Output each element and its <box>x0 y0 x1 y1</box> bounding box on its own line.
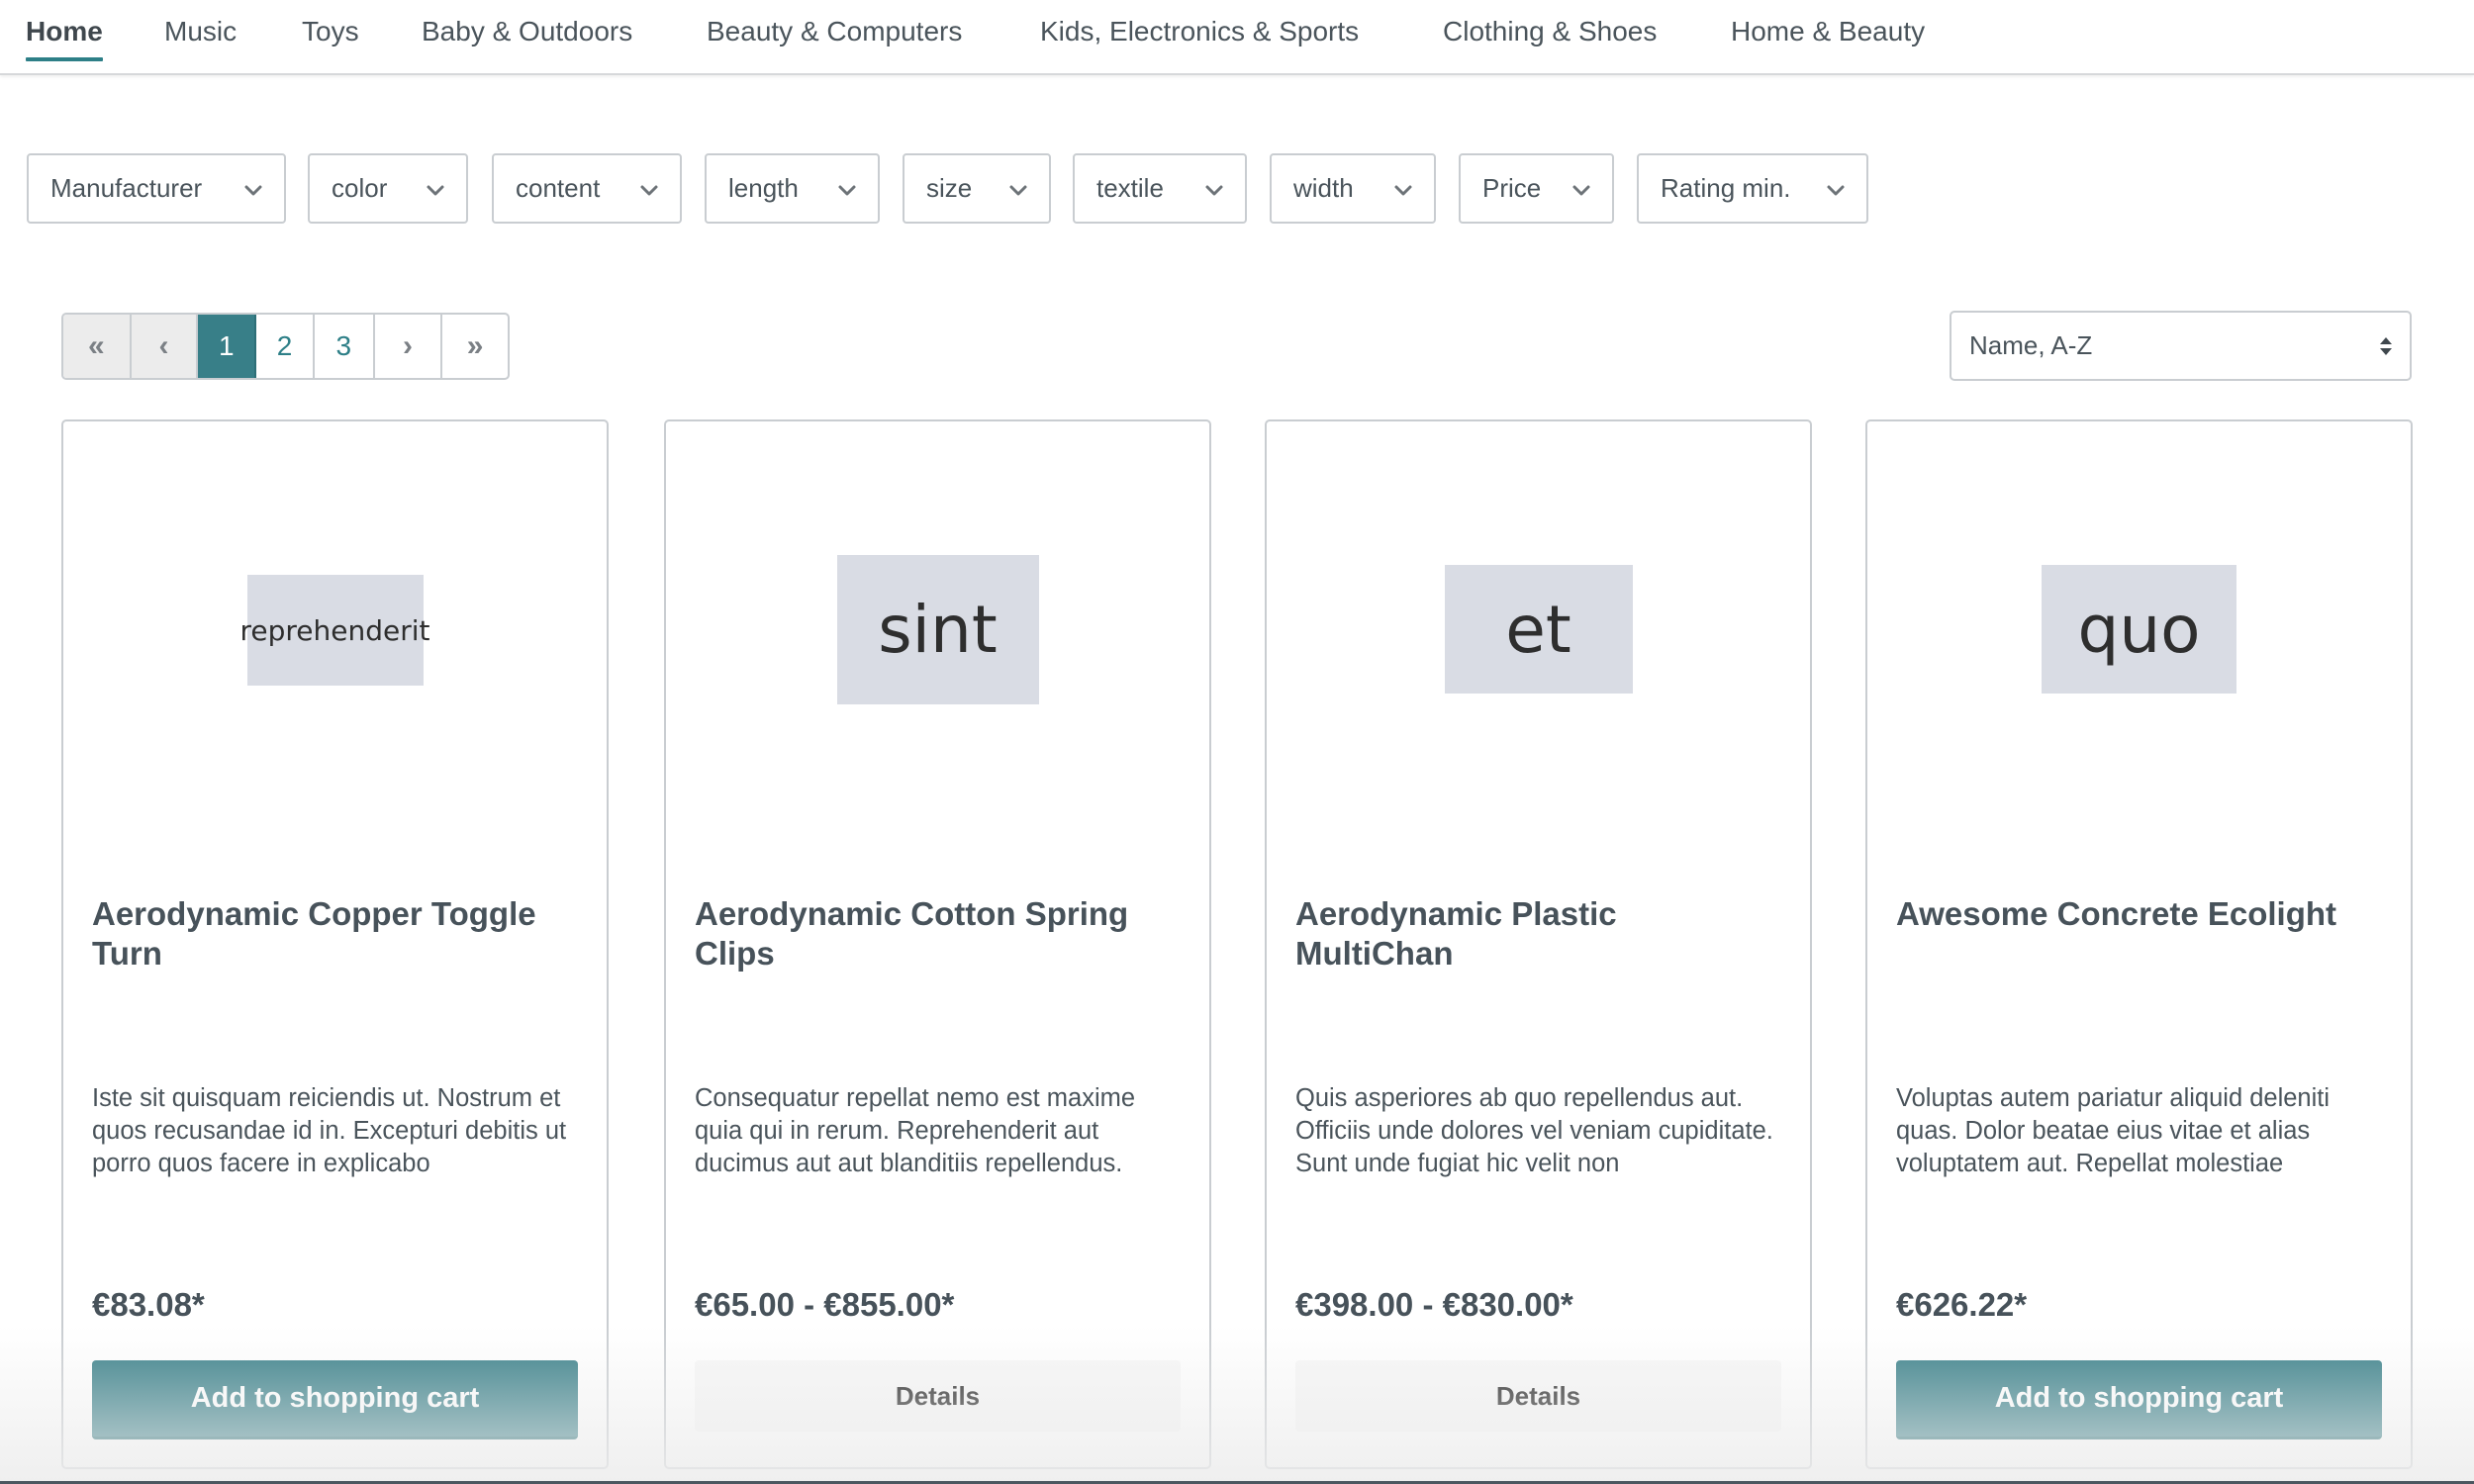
chevron-down-icon <box>1572 185 1590 196</box>
product-price: €83.08* <box>92 1286 205 1323</box>
filter-price[interactable]: Price <box>1459 153 1614 224</box>
product-image-link[interactable]: et <box>1267 421 1810 837</box>
product-image-placeholder: quo <box>2042 565 2236 694</box>
nav-tab-toys[interactable]: Toys <box>302 12 359 61</box>
nav-tab-kids-electronics-sports[interactable]: Kids, Electronics & Sports <box>1040 12 1359 61</box>
nav-tab-home[interactable]: Home <box>26 12 103 61</box>
chevron-down-icon <box>838 185 856 196</box>
product-image-link[interactable]: quo <box>1867 421 2411 837</box>
nav-tab-clothing-shoes[interactable]: Clothing & Shoes <box>1443 12 1657 61</box>
product-description: Voluptas autem pariatur aliquid deleniti… <box>1896 1084 2331 1177</box>
product-card: quo Awesome Concrete Ecolight Voluptas a… <box>1865 419 2413 1469</box>
pagination-first-button[interactable]: « <box>63 315 132 378</box>
chevron-down-icon <box>244 185 262 196</box>
product-description: Consequatur repellat nemo est maxime qui… <box>695 1084 1136 1177</box>
product-price: €65.00 - €855.00* <box>695 1286 955 1323</box>
product-title[interactable]: Aerodynamic Cotton Spring Clips <box>695 894 1181 974</box>
product-image-link[interactable]: reprehenderit <box>63 421 607 837</box>
filter-textile[interactable]: textile <box>1073 153 1247 224</box>
product-description: Quis asperiores ab quo repellendus aut. … <box>1295 1084 1773 1177</box>
filter-label: size <box>926 173 973 203</box>
filter-label: Rating min. <box>1661 173 1791 203</box>
filter-width[interactable]: width <box>1270 153 1436 224</box>
pagination-page-1[interactable]: 1 <box>198 315 257 378</box>
nav-tab-home-beauty[interactable]: Home & Beauty <box>1731 12 1925 61</box>
chevron-down-icon <box>640 185 658 196</box>
filter-label: length <box>728 173 799 203</box>
details-button[interactable]: Details <box>695 1360 1181 1432</box>
filter-label: color <box>332 173 388 203</box>
product-image-placeholder: reprehenderit <box>240 575 430 686</box>
filter-color[interactable]: color <box>308 153 468 224</box>
product-image-placeholder: et <box>1444 565 1633 694</box>
chevron-down-icon <box>1827 185 1845 196</box>
filter-label: width <box>1293 173 1354 203</box>
product-price: €398.00 - €830.00* <box>1295 1286 1573 1323</box>
details-button[interactable]: Details <box>1295 1360 1781 1432</box>
filter-length[interactable]: length <box>705 153 880 224</box>
chevron-down-icon <box>1205 185 1223 196</box>
add-to-cart-button[interactable]: Add to shopping cart <box>92 1360 578 1439</box>
filter-label: Price <box>1482 173 1542 203</box>
nav-tab-music[interactable]: Music <box>164 12 237 61</box>
main-navigation: Home Music Toys Baby & Outdoors Beauty &… <box>0 0 2474 75</box>
sort-selected-value: Name, A-Z <box>1969 330 2093 360</box>
pagination-last-button[interactable]: » <box>442 315 508 378</box>
product-card: et Aerodynamic Plastic MultiChan Quis as… <box>1265 419 1812 1469</box>
product-price: €626.22* <box>1896 1286 2028 1323</box>
nav-tab-beauty-computers[interactable]: Beauty & Computers <box>707 12 962 61</box>
sort-select[interactable]: Name, A-Z <box>1950 311 2412 381</box>
add-to-cart-button[interactable]: Add to shopping cart <box>1896 1360 2382 1439</box>
filter-content[interactable]: content <box>492 153 682 224</box>
filter-rating-min[interactable]: Rating min. <box>1637 153 1868 224</box>
filter-label: content <box>516 173 601 203</box>
product-description: Iste sit quisquam reiciendis ut. Nostrum… <box>92 1084 567 1177</box>
sort-updown-icon <box>2380 337 2392 355</box>
filter-manufacturer[interactable]: Manufacturer <box>27 153 286 224</box>
filter-label: Manufacturer <box>50 173 203 203</box>
chevron-down-icon <box>427 185 444 196</box>
pagination: « ‹ 1 2 3 › » <box>61 313 510 380</box>
product-card: sint Aerodynamic Cotton Spring Clips Con… <box>664 419 1211 1469</box>
filter-size[interactable]: size <box>903 153 1051 224</box>
chevron-down-icon <box>1394 185 1412 196</box>
nav-tab-baby-outdoors[interactable]: Baby & Outdoors <box>422 12 632 61</box>
pagination-prev-button[interactable]: ‹ <box>131 315 199 378</box>
product-title[interactable]: Aerodynamic Plastic MultiChan <box>1295 894 1781 974</box>
pagination-page-3[interactable]: 3 <box>315 315 375 378</box>
pagination-page-2[interactable]: 2 <box>256 315 315 378</box>
product-image-link[interactable]: sint <box>666 421 1209 837</box>
product-image-placeholder: sint <box>836 554 1039 704</box>
chevron-down-icon <box>1009 185 1027 196</box>
filter-label: textile <box>1096 173 1164 203</box>
product-title[interactable]: Awesome Concrete Ecolight <box>1896 894 2382 934</box>
product-card: reprehenderit Aerodynamic Copper Toggle … <box>61 419 609 1469</box>
product-title[interactable]: Aerodynamic Copper Toggle Turn <box>92 894 578 974</box>
pagination-next-button[interactable]: › <box>375 315 443 378</box>
